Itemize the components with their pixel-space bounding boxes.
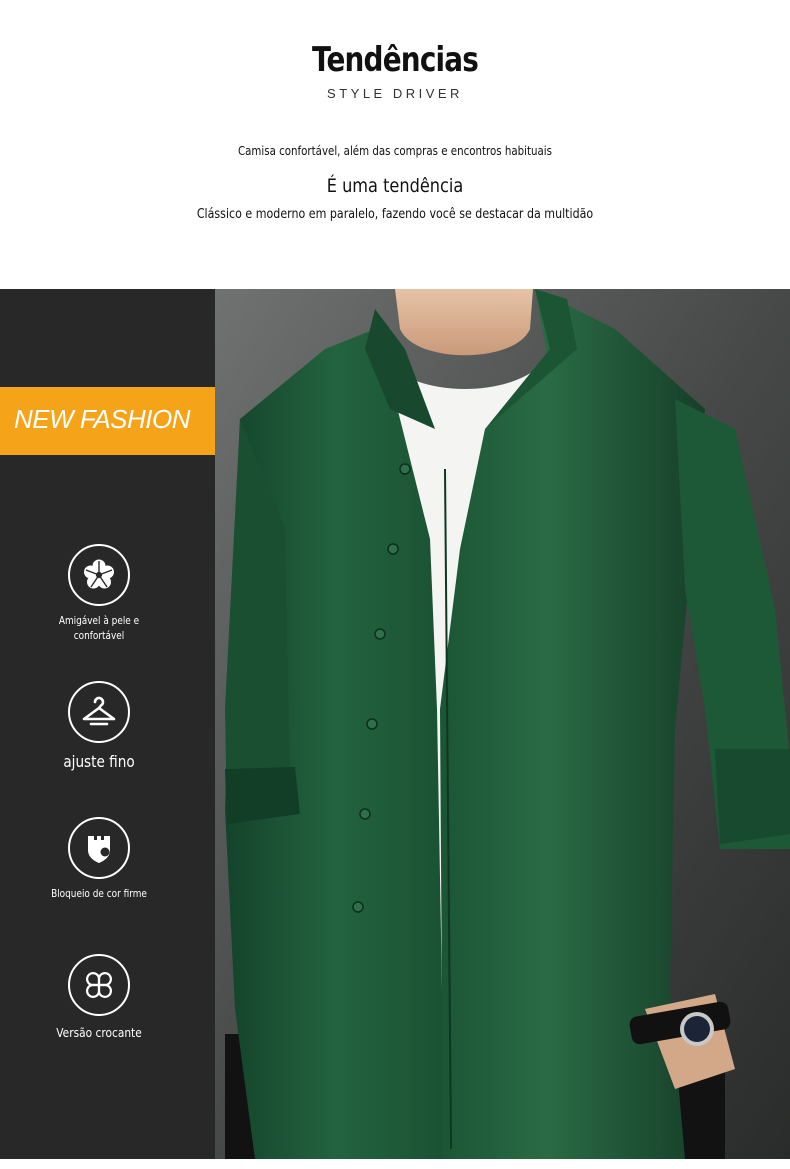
- feature-fine-fit: ajuste fino: [0, 681, 198, 773]
- product-photo: [215, 289, 790, 1159]
- shield-icon: [68, 817, 130, 879]
- feature-label: Bloqueio de cor firme: [51, 888, 147, 900]
- page-title: Tendências: [311, 40, 479, 80]
- feature-label: Amigável à pele e confortável: [58, 615, 140, 642]
- feature-skin-friendly: Amigável à pele e confortável: [0, 544, 198, 643]
- new-fashion-banner: NEW FASHION: [0, 387, 215, 455]
- flower-icon: [68, 544, 130, 606]
- banner-label: NEW FASHION: [14, 404, 191, 434]
- bottom-divider: [0, 1159, 790, 1169]
- header-section: Tendências STYLE DRIVER Camisa confortáv…: [0, 0, 790, 288]
- tagline-2: É uma tendência: [326, 175, 464, 197]
- feature-color-lock: Bloqueio de cor firme: [0, 817, 198, 902]
- feature-label: ajuste fino: [63, 752, 135, 771]
- hanger-icon: [68, 681, 130, 743]
- tagline-3: Clássico e moderno em paralelo, fazendo …: [196, 206, 594, 222]
- product-detail-page: Tendências STYLE DRIVER Camisa confortáv…: [0, 0, 790, 1169]
- page-subtitle: STYLE DRIVER: [327, 86, 463, 101]
- tagline-1: Camisa confortável, além das compras e e…: [237, 143, 553, 158]
- feature-panel: NEW FASHION Amigável à pele e confortáve…: [0, 289, 790, 1159]
- feature-crisp-version: Versão crocante: [0, 954, 198, 1042]
- clover-icon: [68, 954, 130, 1016]
- feature-sidebar: NEW FASHION Amigável à pele e confortáve…: [0, 289, 215, 1159]
- feature-label: Versão crocante: [56, 1025, 142, 1040]
